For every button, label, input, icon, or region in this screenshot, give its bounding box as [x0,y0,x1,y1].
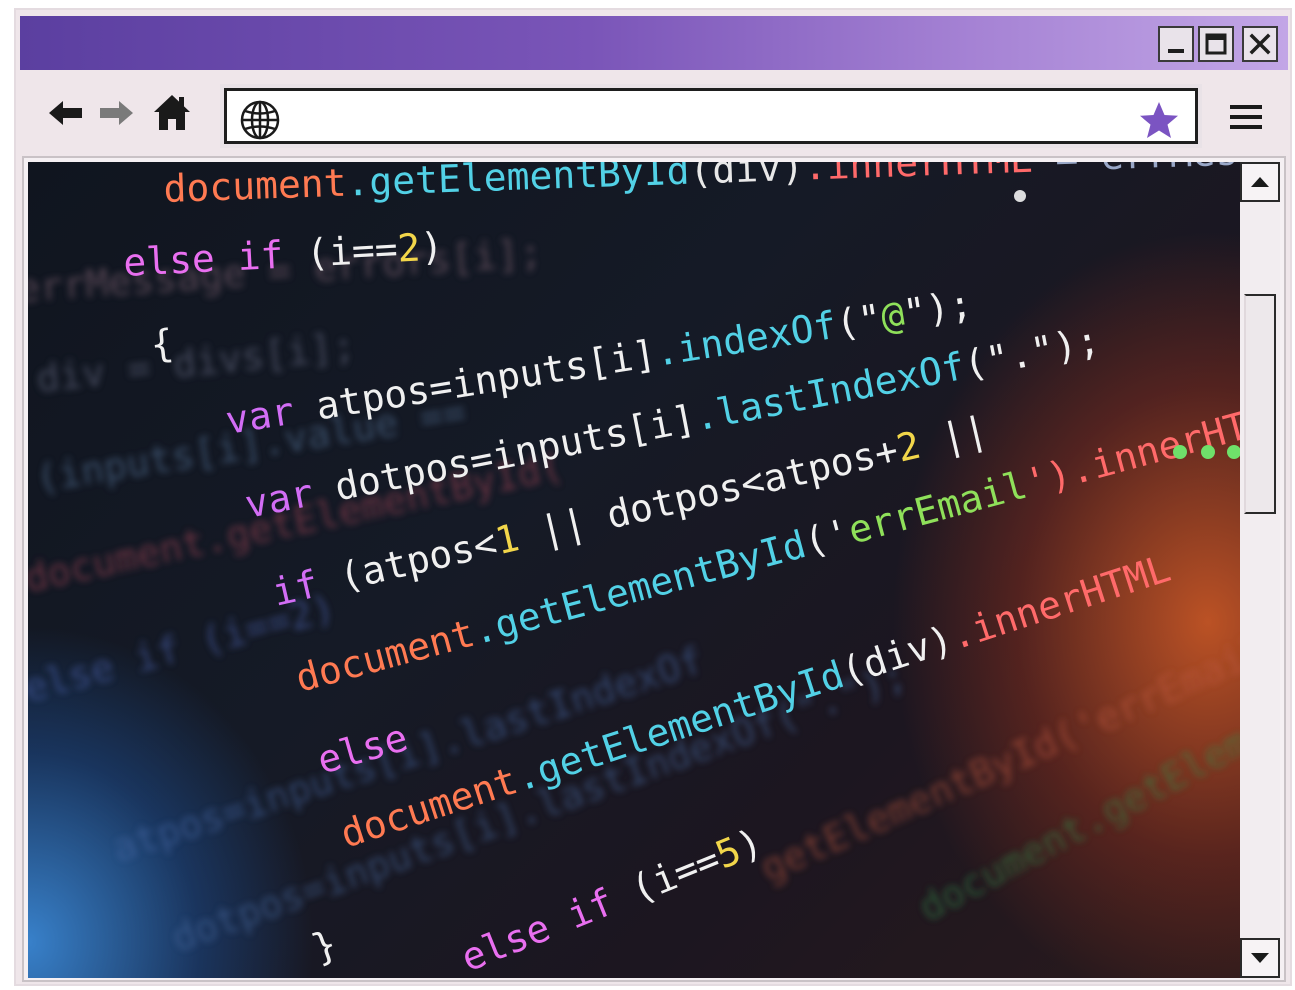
minimize-icon [1168,49,1184,53]
code-token: .indexOf [652,303,840,375]
maximize-button[interactable] [1198,26,1234,62]
code-token: (div) [689,162,805,193]
title-bar[interactable] [20,16,1288,70]
star-icon[interactable] [1137,99,1181,143]
globe-icon [240,100,280,140]
menu-button[interactable] [1228,102,1264,136]
code-screenshot-image: errMessage = errors[i]; div = divs[i]; (in… [28,162,1242,978]
hamburger-menu-icon [1230,105,1262,129]
scroll-thumb[interactable] [1244,294,1276,514]
triangle-up-icon [1251,177,1269,187]
code-token: || [915,407,992,466]
code-line: } [306,921,343,970]
code-token: = errMessage [1032,162,1242,181]
code-token: else if [122,233,284,285]
code-token: 2 [396,225,421,270]
home-icon [154,95,190,130]
code-line: document.getElementById(div).innerHTML [335,546,1175,856]
code-token: } [306,921,343,970]
code-token: else if [455,880,620,978]
arrow-left-icon [49,101,82,125]
close-button[interactable] [1242,26,1278,62]
indicator-dot [1201,445,1215,459]
code-token: .innerHTML [803,162,1033,189]
indicator-dot [1227,445,1241,459]
indicator-dot [1173,445,1187,459]
code-token: .innerHTML [944,546,1175,659]
code-token: (" [833,296,885,347]
minimize-button[interactable] [1158,26,1194,62]
vertical-scrollbar[interactable] [1240,162,1280,978]
code-token: ) [419,224,444,269]
triangle-down-icon [1251,953,1269,963]
back-button[interactable] [46,96,86,134]
address-bar [220,84,1202,148]
url-input[interactable] [289,105,1149,129]
code-token: document [163,162,347,211]
close-icon [1249,33,1271,55]
code-line: document.getElementById(div).innerHTML =… [163,162,1242,211]
address-field[interactable] [224,88,1198,144]
navigation-toolbar [16,74,1290,160]
scroll-track[interactable] [1240,202,1280,938]
light-glint [1014,190,1026,202]
code-token: ("."); [960,318,1103,387]
page-viewport: errMessage = errors[i]; div = divs[i]; (in… [22,156,1286,982]
code-listing: errMessage = errors[i];div = divs[i];(in… [28,162,1242,978]
code-token: "); [900,281,975,335]
arrow-right-icon [100,101,133,125]
code-token: .getElementById [346,162,690,205]
code-token: (i== [282,227,399,277]
home-button[interactable] [152,92,192,136]
forward-button[interactable] [96,96,136,134]
browser-window: errMessage = errors[i]; div = divs[i]; (in… [14,8,1292,986]
code-line: { [148,321,175,367]
maximize-icon [1205,33,1227,55]
scroll-down-button[interactable] [1240,938,1280,978]
scroll-up-button[interactable] [1240,162,1280,202]
code-token: { [148,321,175,367]
code-token: (i== [603,837,726,921]
